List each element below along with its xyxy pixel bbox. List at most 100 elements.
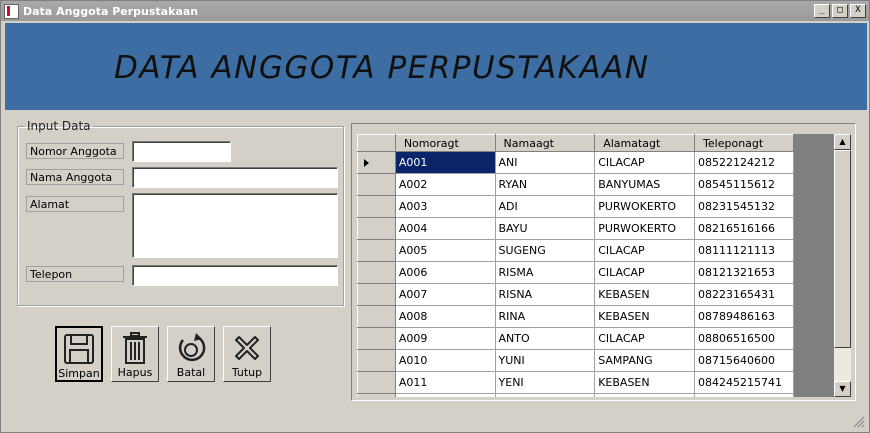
telepon-field[interactable] bbox=[132, 265, 338, 286]
row-indicator[interactable] bbox=[357, 173, 396, 196]
hapus-button[interactable]: Hapus bbox=[111, 326, 159, 382]
table-cell[interactable]: 08111121113 bbox=[694, 239, 794, 262]
table-cell[interactable]: YUNI bbox=[495, 349, 596, 372]
table-cell[interactable]: ANI bbox=[495, 151, 596, 174]
table-cell[interactable]: A011 bbox=[395, 371, 496, 394]
table-cell[interactable]: 08789486163 bbox=[694, 305, 794, 328]
table-cell[interactable]: A008 bbox=[395, 305, 496, 328]
batal-label: Batal bbox=[176, 366, 206, 379]
table-cell[interactable]: A002 bbox=[395, 173, 496, 196]
table-cell[interactable]: CILACAP bbox=[594, 261, 696, 284]
table-cell[interactable]: ANTO bbox=[495, 327, 596, 350]
table-row[interactable]: A007 RISNA KEBASEN 08223165431 bbox=[357, 283, 794, 306]
table-cell[interactable]: BAYU bbox=[495, 217, 596, 240]
scroll-down-arrow-icon[interactable]: ▼ bbox=[834, 381, 851, 397]
table-cell[interactable]: 08223165431 bbox=[694, 283, 794, 306]
grid-empty-area bbox=[794, 134, 834, 397]
resize-grip-icon[interactable] bbox=[853, 416, 865, 428]
table-cell[interactable]: KEBASEN bbox=[594, 371, 696, 394]
alamat-label: Alamat bbox=[26, 196, 124, 212]
table-cell[interactable]: CILACAP bbox=[594, 151, 696, 174]
row-indicator[interactable] bbox=[357, 239, 396, 262]
table-cell[interactable]: A001 bbox=[395, 151, 496, 174]
table-cell[interactable]: KEBASEN bbox=[594, 305, 696, 328]
table-cell[interactable]: SAMPANG bbox=[594, 349, 696, 372]
nomor-anggota-field[interactable] bbox=[132, 141, 231, 162]
column-header-nomoragt[interactable]: Nomoragt bbox=[394, 134, 496, 152]
table-row[interactable]: A008 RINA KEBASEN 08789486163 bbox=[357, 305, 794, 328]
table-row[interactable]: A011 YENI KEBASEN 084245215741 bbox=[357, 371, 794, 394]
column-header-alamatagt[interactable]: Alamatagt bbox=[594, 134, 696, 152]
table-cell[interactable]: A010 bbox=[395, 349, 496, 372]
scroll-thumb[interactable] bbox=[834, 150, 851, 348]
table-cell[interactable]: 084245215741 bbox=[694, 371, 794, 394]
table-cell[interactable]: 08216516166 bbox=[694, 217, 794, 240]
table-cell[interactable]: YENI bbox=[495, 371, 596, 394]
column-header-namaagt[interactable]: Namaagt bbox=[494, 134, 596, 152]
table-cell[interactable]: PURWOKERTO bbox=[594, 195, 696, 218]
row-indicator[interactable] bbox=[357, 283, 396, 306]
table-cell[interactable]: RISNA bbox=[495, 283, 596, 306]
nama-anggota-field[interactable] bbox=[132, 167, 338, 188]
table-cell[interactable]: ADI bbox=[495, 195, 596, 218]
row-indicator[interactable] bbox=[357, 195, 396, 218]
main-window: Data Anggota Perpustakaan _ □ X DATA ANG… bbox=[0, 0, 870, 433]
table-cell[interactable]: 08715640600 bbox=[694, 349, 794, 372]
table-row[interactable] bbox=[357, 393, 794, 397]
maximize-button[interactable]: □ bbox=[832, 4, 848, 18]
table-cell[interactable] bbox=[395, 393, 496, 397]
window-title: Data Anggota Perpustakaan bbox=[23, 4, 199, 18]
table-cell[interactable]: CILACAP bbox=[594, 239, 696, 262]
table-cell[interactable]: RINA bbox=[495, 305, 596, 328]
grid-scrollbar[interactable]: ▲ ▼ bbox=[834, 134, 851, 397]
table-row[interactable]: A005 SUGENG CILACAP 08111121113 bbox=[357, 239, 794, 262]
table-cell[interactable]: RISMA bbox=[495, 261, 596, 284]
row-indicator[interactable] bbox=[357, 261, 396, 284]
table-cell[interactable]: 08806516500 bbox=[694, 327, 794, 350]
table-cell[interactable]: A006 bbox=[395, 261, 496, 284]
table-cell[interactable] bbox=[594, 393, 696, 397]
simpan-button[interactable]: Simpan bbox=[55, 326, 103, 382]
table-cell[interactable]: BANYUMAS bbox=[594, 173, 696, 196]
table-cell[interactable] bbox=[694, 393, 794, 397]
tutup-button[interactable]: Tutup bbox=[223, 326, 271, 382]
table-row[interactable]: A006 RISMA CILACAP 08121321653 bbox=[357, 261, 794, 284]
close-button[interactable]: X bbox=[850, 4, 866, 18]
minimize-button[interactable]: _ bbox=[814, 4, 830, 18]
table-cell[interactable]: A004 bbox=[395, 217, 496, 240]
column-header-teleponagt[interactable]: Teleponagt bbox=[694, 134, 794, 152]
row-indicator[interactable] bbox=[357, 371, 396, 394]
table-row[interactable]: A009 ANTO CILACAP 08806516500 bbox=[357, 327, 794, 350]
table-cell[interactable]: RYAN bbox=[495, 173, 596, 196]
table-cell[interactable]: A003 bbox=[395, 195, 496, 218]
alamat-field[interactable] bbox=[132, 193, 338, 258]
table-cell[interactable]: 08121321653 bbox=[694, 261, 794, 284]
table-row[interactable]: A010 YUNI SAMPANG 08715640600 bbox=[357, 349, 794, 372]
table-row[interactable]: A003 ADI PURWOKERTO 08231545132 bbox=[357, 195, 794, 218]
scroll-up-arrow-icon[interactable]: ▲ bbox=[834, 134, 851, 150]
table-cell[interactable]: A009 bbox=[395, 327, 496, 350]
table-cell[interactable]: CILACAP bbox=[594, 327, 696, 350]
table-cell[interactable]: PURWOKERTO bbox=[594, 217, 696, 240]
table-cell[interactable] bbox=[495, 393, 596, 397]
row-indicator[interactable] bbox=[357, 393, 396, 397]
data-grid[interactable]: Nomoragt Namaagt Alamatagt Teleponagt A0… bbox=[357, 134, 794, 397]
row-indicator[interactable] bbox=[357, 305, 396, 328]
table-row[interactable]: A001 ANI CILACAP 08522124212 bbox=[357, 151, 794, 174]
row-indicator[interactable] bbox=[357, 151, 396, 174]
table-cell[interactable]: A005 bbox=[395, 239, 496, 262]
row-indicator[interactable] bbox=[357, 349, 396, 372]
table-row[interactable]: A002 RYAN BANYUMAS 08545115612 bbox=[357, 173, 794, 196]
table-cell[interactable]: 08522124212 bbox=[694, 151, 794, 174]
title-bar[interactable]: Data Anggota Perpustakaan _ □ X bbox=[1, 1, 869, 21]
batal-button[interactable]: Batal bbox=[167, 326, 215, 382]
table-cell[interactable]: 08545115612 bbox=[694, 173, 794, 196]
row-indicator[interactable] bbox=[357, 217, 396, 240]
tutup-label: Tutup bbox=[231, 366, 263, 379]
table-cell[interactable]: SUGENG bbox=[495, 239, 596, 262]
table-cell[interactable]: 08231545132 bbox=[694, 195, 794, 218]
table-cell[interactable]: A007 bbox=[395, 283, 496, 306]
row-indicator[interactable] bbox=[357, 327, 396, 350]
table-cell[interactable]: KEBASEN bbox=[594, 283, 696, 306]
table-row[interactable]: A004 BAYU PURWOKERTO 08216516166 bbox=[357, 217, 794, 240]
